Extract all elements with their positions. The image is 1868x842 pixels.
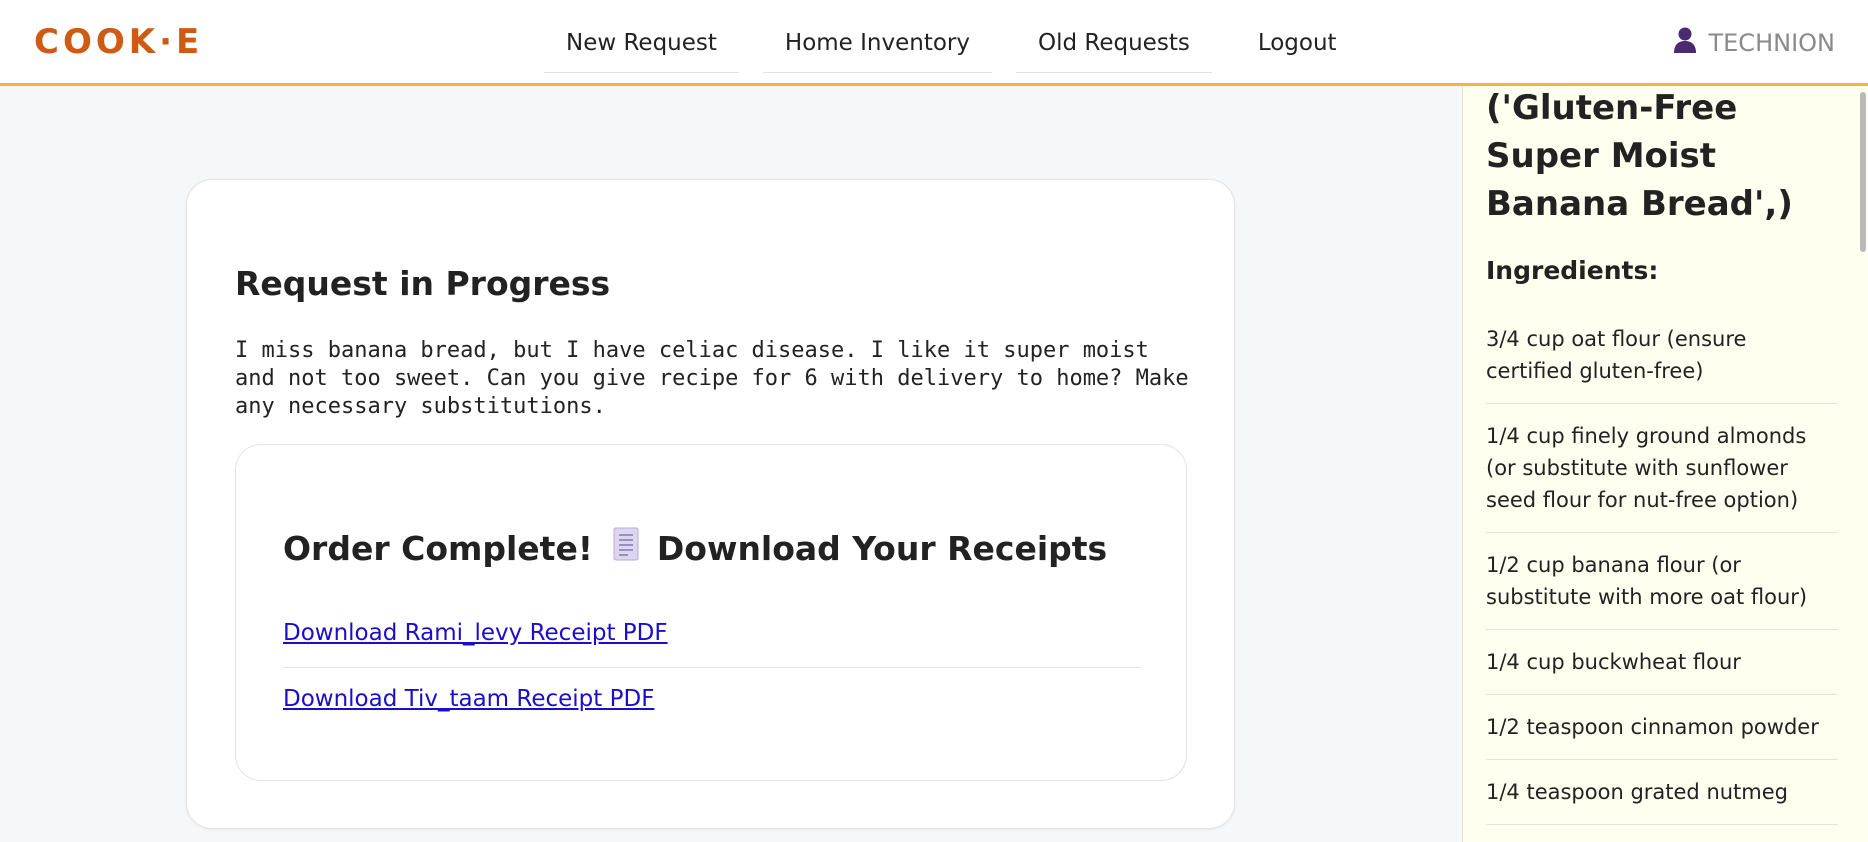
ingredient-item: 1/2 teaspoon cinnamon powder	[1486, 711, 1838, 760]
ingredients-heading: Ingredients:	[1486, 256, 1659, 285]
recipe-sidebar[interactable]: ('Gluten-Free Super Moist Banana Bread',…	[1462, 86, 1868, 842]
logo[interactable]: COOK·E	[34, 22, 203, 62]
user-name: TECHNION	[1708, 29, 1835, 57]
order-complete-panel: Order Complete! Download Your Receipts D…	[235, 444, 1187, 781]
page-title: Request in Progress	[235, 264, 611, 303]
sidebar-scrollbar[interactable]	[1860, 92, 1866, 252]
main-nav: New Request Home Inventory Old Requests …	[544, 18, 1383, 73]
receipt-icon	[613, 527, 639, 569]
request-text: I miss banana bread, but I have celiac d…	[235, 338, 1189, 419]
nav-logout[interactable]: Logout	[1236, 18, 1359, 73]
user-menu[interactable]: TECHNION	[1672, 26, 1835, 60]
ingredients-list: 3/4 cup oat flour (ensure certified glut…	[1486, 323, 1838, 841]
ingredient-item: 1/4 cup finely ground almonds (or substi…	[1486, 420, 1838, 533]
nav-home-inventory[interactable]: Home Inventory	[762, 18, 992, 73]
ingredient-item: 1/2 cup banana flour (or substitute with…	[1486, 549, 1838, 630]
order-complete-title: Order Complete! Download Your Receipts	[283, 527, 1107, 569]
download-receipts-label: Download Your Receipts	[656, 528, 1108, 568]
download-tiv-taam-receipt-link[interactable]: Download Tiv_taam Receipt PDF	[283, 686, 654, 712]
divider	[283, 667, 1141, 668]
user-icon	[1672, 26, 1708, 60]
nav-new-request[interactable]: New Request	[544, 18, 739, 73]
download-rami-levy-receipt-link[interactable]: Download Rami_levy Receipt PDF	[283, 620, 668, 646]
request-card: Request in Progress I miss banana bread,…	[186, 179, 1235, 829]
ingredient-item: 1/4 cup buckwheat flour	[1486, 646, 1838, 695]
ingredient-item: 3/4 cup oat flour (ensure certified glut…	[1486, 323, 1838, 404]
nav-old-requests[interactable]: Old Requests	[1016, 18, 1212, 73]
top-nav-bar: COOK·E New Request Home Inventory Old Re…	[0, 0, 1868, 86]
ingredient-item: 1/4 teaspoon grated nutmeg	[1486, 776, 1838, 825]
order-complete-label: Order Complete!	[283, 528, 593, 568]
recipe-title: ('Gluten-Free Super Moist Banana Bread',…	[1486, 88, 1793, 224]
